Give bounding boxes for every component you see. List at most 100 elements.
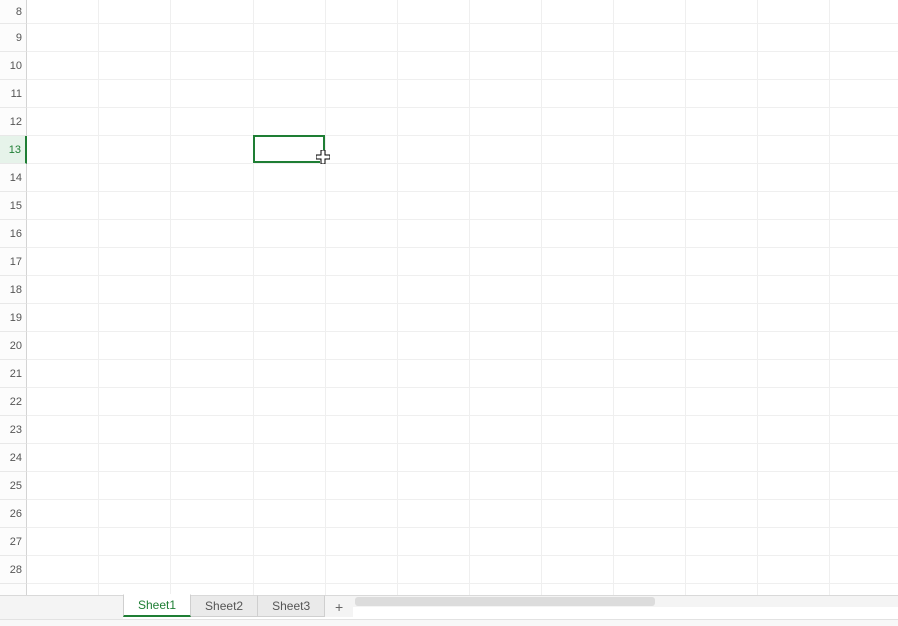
cell[interactable] [398,472,470,500]
cell[interactable] [686,248,758,276]
cell[interactable] [254,136,326,164]
cell[interactable] [326,248,398,276]
cell[interactable] [326,136,398,164]
cell[interactable] [686,360,758,388]
sheet-tab-sheet2[interactable]: Sheet2 [191,595,258,617]
cell[interactable] [398,276,470,304]
cell[interactable] [542,24,614,52]
cell[interactable] [758,500,830,528]
cell[interactable] [398,332,470,360]
cell[interactable] [470,388,542,416]
cell[interactable] [758,52,830,80]
cell[interactable] [171,52,254,80]
cell[interactable] [614,584,686,595]
cell[interactable] [171,192,254,220]
cell[interactable] [326,24,398,52]
row-header[interactable]: 23 [0,416,27,444]
cell[interactable] [542,416,614,444]
cell[interactable] [686,500,758,528]
cell[interactable] [758,80,830,108]
cell[interactable] [27,52,99,80]
cell[interactable] [614,108,686,136]
cell[interactable] [99,416,171,444]
cell[interactable] [27,388,99,416]
cell[interactable] [254,248,326,276]
cell[interactable] [254,164,326,192]
cell[interactable] [171,276,254,304]
cell[interactable] [686,108,758,136]
cell[interactable] [758,556,830,584]
cell-grid[interactable]: 8910111213141516171819202122232425262728 [0,0,898,595]
cell[interactable] [27,108,99,136]
cell[interactable] [27,584,99,595]
cell[interactable] [99,52,171,80]
cell[interactable] [614,164,686,192]
row-header[interactable]: 13 [0,136,27,164]
cell[interactable] [470,556,542,584]
cell[interactable] [470,528,542,556]
cell[interactable] [27,416,99,444]
cell[interactable] [470,24,542,52]
cell[interactable] [470,80,542,108]
cell[interactable] [398,360,470,388]
row-header[interactable]: 25 [0,472,27,500]
cell[interactable] [27,444,99,472]
cell[interactable] [758,388,830,416]
cell[interactable] [758,584,830,595]
cell[interactable] [542,136,614,164]
cell[interactable] [27,528,99,556]
cell[interactable] [171,304,254,332]
cell[interactable] [326,276,398,304]
cell[interactable] [686,80,758,108]
cell[interactable] [686,472,758,500]
cell[interactable] [326,332,398,360]
cell[interactable] [614,528,686,556]
cell[interactable] [614,276,686,304]
cell[interactable] [254,360,326,388]
cell[interactable] [470,0,542,24]
row-header[interactable]: 9 [0,24,27,52]
cell[interactable] [398,304,470,332]
cell[interactable] [254,24,326,52]
row-header[interactable]: 15 [0,192,27,220]
cell[interactable] [27,500,99,528]
cell[interactable] [758,24,830,52]
cell[interactable] [99,500,171,528]
cell[interactable] [398,584,470,595]
cell[interactable] [171,164,254,192]
cell[interactable] [686,304,758,332]
cell[interactable] [614,388,686,416]
cell[interactable] [99,192,171,220]
cell[interactable] [470,332,542,360]
cell[interactable] [686,528,758,556]
cell[interactable] [758,108,830,136]
cell[interactable] [830,444,898,472]
cell[interactable] [254,80,326,108]
cell[interactable] [171,80,254,108]
cell[interactable] [470,416,542,444]
row-header[interactable]: 22 [0,388,27,416]
cell[interactable] [758,304,830,332]
cell[interactable] [830,528,898,556]
row-header[interactable]: 12 [0,108,27,136]
cell[interactable] [326,192,398,220]
row-header[interactable]: 24 [0,444,27,472]
cell[interactable] [830,24,898,52]
cell[interactable] [99,276,171,304]
cell[interactable] [830,276,898,304]
cell[interactable] [542,276,614,304]
cell[interactable] [27,192,99,220]
cell[interactable] [254,556,326,584]
cell[interactable] [686,220,758,248]
cell[interactable] [326,52,398,80]
cell[interactable] [99,360,171,388]
row-header[interactable]: 19 [0,304,27,332]
cell[interactable] [326,80,398,108]
cell[interactable] [758,444,830,472]
cell[interactable] [542,556,614,584]
cell[interactable] [542,248,614,276]
cell[interactable] [686,416,758,444]
cell[interactable] [254,332,326,360]
cell[interactable] [614,80,686,108]
cell[interactable] [470,220,542,248]
